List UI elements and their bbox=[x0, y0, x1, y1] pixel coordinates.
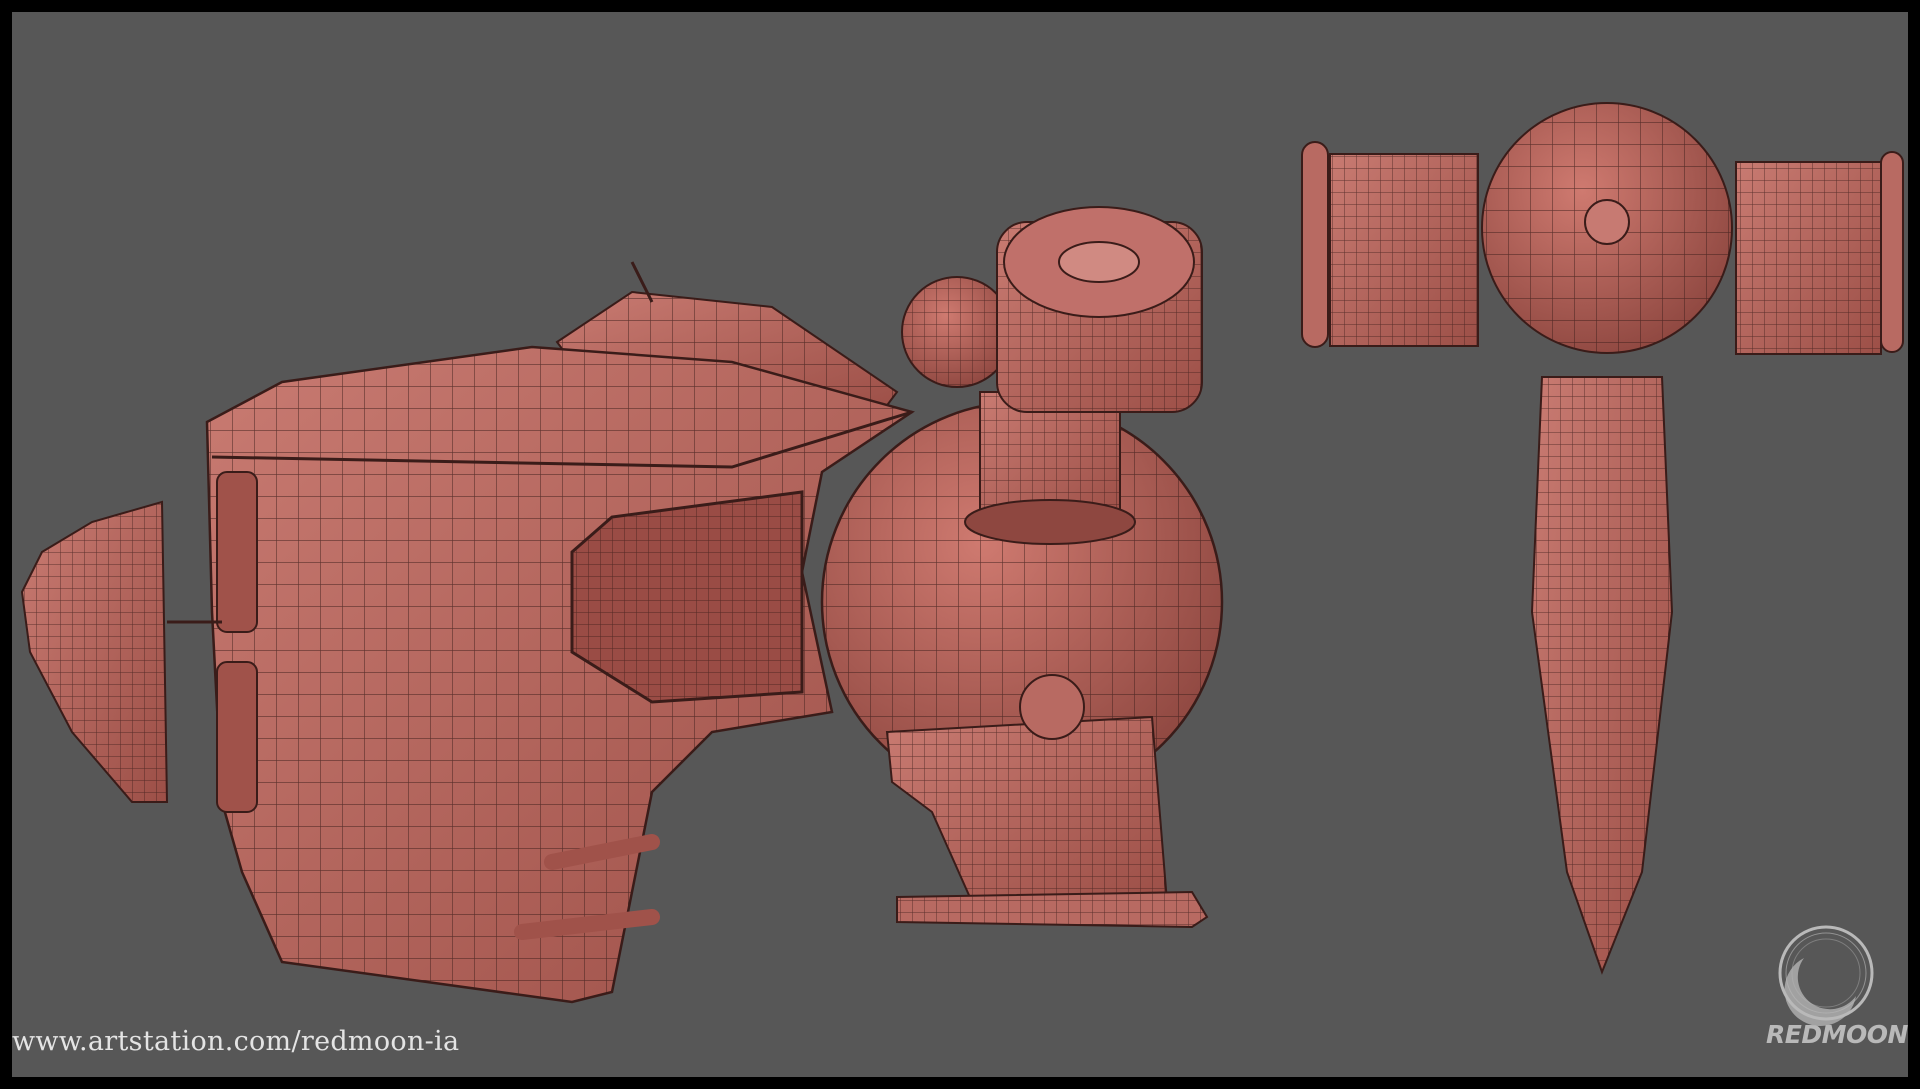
render-viewport bbox=[12, 12, 1908, 1077]
redmoon-logo: REDMOON bbox=[1766, 918, 1908, 1058]
front-view-model bbox=[1301, 102, 1904, 975]
brand-name: REDMOON bbox=[1766, 1020, 1908, 1049]
image-frame: www.artstation.com/redmoon-ia REDMOON bbox=[0, 0, 1920, 1089]
artstation-url: www.artstation.com/redmoon-ia bbox=[12, 1026, 460, 1057]
side-view-model bbox=[20, 206, 1224, 1004]
spaceship-render bbox=[20, 102, 1904, 1004]
crescent-moon-logo-icon bbox=[1778, 925, 1874, 1026]
